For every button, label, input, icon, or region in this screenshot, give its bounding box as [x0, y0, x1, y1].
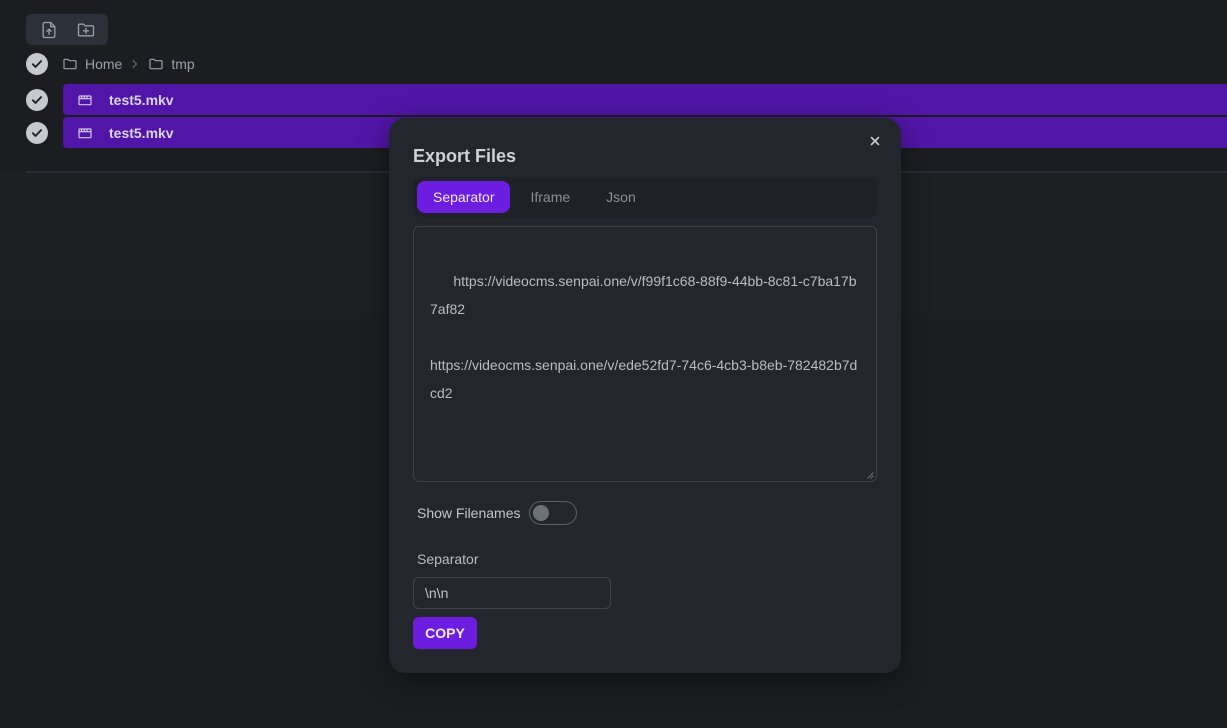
show-filenames-row: Show Filenames	[417, 501, 577, 525]
select-all-checkbox[interactable]	[26, 53, 48, 75]
check-icon	[31, 95, 43, 104]
film-icon	[78, 94, 92, 105]
show-filenames-label: Show Filenames	[417, 505, 521, 521]
folder-icon	[149, 58, 163, 70]
toolbar	[26, 14, 108, 45]
chevron-right-icon	[130, 56, 140, 72]
close-button[interactable]	[866, 132, 884, 150]
breadcrumb: Home tmp	[26, 53, 195, 75]
breadcrumb-item-tmp[interactable]: tmp	[148, 56, 195, 72]
breadcrumb-label: Home	[85, 56, 123, 72]
check-icon	[31, 60, 43, 68]
file-name: test5.mkv	[109, 91, 174, 108]
separator-input[interactable]	[413, 577, 611, 609]
show-filenames-toggle[interactable]	[528, 501, 577, 525]
export-output-text: https://videocms.senpai.one/v/f99f1c68-8…	[430, 273, 858, 401]
copy-button[interactable]: COPY	[413, 617, 477, 649]
tab-separator[interactable]: Separator	[417, 181, 511, 213]
modal-title: Export Files	[413, 146, 517, 166]
separator-label: Separator	[417, 551, 479, 567]
breadcrumb-label: tmp	[171, 56, 195, 72]
list-item: test5.mkv	[26, 83, 1227, 116]
folder-icon	[63, 58, 77, 70]
close-icon	[870, 136, 880, 146]
toggle-knob	[532, 505, 549, 521]
export-files-modal: Export Files Separator Iframe Json https…	[389, 118, 901, 673]
resize-handle-icon[interactable]	[866, 471, 874, 479]
file-manager-page: Home tmp test5.mkv test5.mkv Export File…	[0, 0, 1227, 728]
new-folder-button[interactable]	[74, 18, 98, 42]
breadcrumb-item-home[interactable]: Home	[62, 56, 122, 72]
upload-file-button[interactable]	[37, 18, 61, 42]
check-icon	[31, 128, 43, 137]
file-name: test5.mkv	[109, 124, 174, 141]
file-item[interactable]: test5.mkv	[63, 84, 1227, 115]
row-checkbox[interactable]	[26, 121, 48, 144]
file-upload-icon	[42, 21, 55, 38]
export-format-tabs: Separator Iframe Json	[413, 177, 877, 217]
folder-plus-icon	[77, 23, 94, 36]
export-output-textarea[interactable]: https://videocms.senpai.one/v/f99f1c68-8…	[413, 226, 877, 482]
tab-json[interactable]: Json	[590, 181, 652, 213]
film-icon	[78, 127, 92, 138]
row-checkbox[interactable]	[26, 88, 48, 111]
tab-iframe[interactable]: Iframe	[514, 181, 586, 213]
